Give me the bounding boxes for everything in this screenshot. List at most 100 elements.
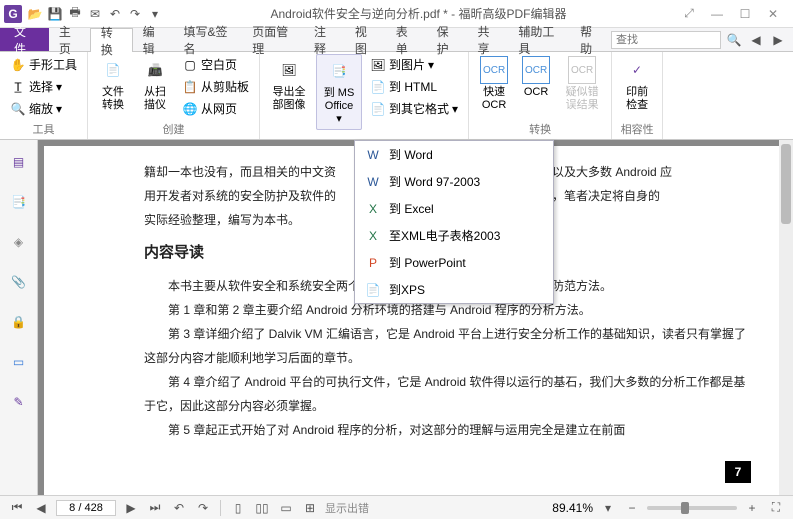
separator [220,500,221,516]
to-image-button[interactable]: 🖼到图片 ▾ [366,54,462,75]
last-page-icon[interactable]: ⏭ [146,499,164,517]
first-page-icon[interactable]: ⏮ [8,499,26,517]
quick-access-toolbar: 📂 💾 🖶 ✉ ↶ ↷ ▾ [26,5,164,23]
to-xps-item[interactable]: 📄到XPS [355,276,553,303]
preflight-button[interactable]: ✓印前检查 [618,54,656,114]
from-clipboard-button[interactable]: 📋从剪贴板 [178,76,253,97]
zoom-out-icon[interactable]: − [623,499,641,517]
to-word97-item[interactable]: W到 Word 97-2003 [355,168,553,195]
suspect-results-button[interactable]: OCR疑似错误结果 [559,54,605,114]
tab-help[interactable]: 帮助 [570,28,611,51]
clipboard-icon: 📋 [182,79,198,95]
to-excel-item[interactable]: X到 Excel [355,195,553,222]
pages-panel-icon[interactable]: ▤ [7,150,31,174]
group-label: 创建 [94,119,253,137]
next-result-icon[interactable]: ▶ [769,31,787,49]
file-tab[interactable]: 文件 [0,28,49,51]
continuous-icon[interactable]: ▯▯ [253,499,271,517]
tab-home[interactable]: 主页 [49,28,90,51]
from-web-button[interactable]: 🌐从网页 [178,98,253,119]
zoom-in-icon[interactable]: + [743,499,761,517]
tab-fill-sign[interactable]: 填写&签名 [174,28,243,51]
ms-office-icon: 📑 [325,57,353,85]
forward-view-icon[interactable]: ↷ [194,499,212,517]
from-scanner-button[interactable]: 📠从扫描仪 [136,54,174,114]
scrollbar-thumb[interactable] [781,144,791,224]
single-page-icon[interactable]: ▯ [229,499,247,517]
print-icon[interactable]: 🖶 [66,5,84,23]
word-icon: W [365,147,381,163]
maximize-icon[interactable]: ☐ [735,6,755,22]
search-input[interactable] [611,31,721,49]
file-icon: 📄 [99,56,127,84]
zoom-value: 89.41% [552,501,593,515]
to-other-button[interactable]: 📄到其它格式 ▾ [366,98,462,119]
chevron-down-icon[interactable]: ▾ [146,5,164,23]
email-icon[interactable]: ✉ [86,5,104,23]
facing-continuous-icon[interactable]: ⊞ [301,499,319,517]
group-label: 相容性 [618,119,656,137]
tab-edit[interactable]: 编辑 [133,28,174,51]
to-word-item[interactable]: W到 Word [355,141,553,168]
to-html-button[interactable]: 📄到 HTML [366,76,462,97]
undo-icon[interactable]: ↶ [106,5,124,23]
file-convert-button[interactable]: 📄文件转换 [94,54,132,114]
select-tool-button[interactable]: T̲选择 ▾ [6,76,81,97]
tab-protect[interactable]: 保护 [427,28,468,51]
ribbon-group-ocr: OCR快速OCR OCROCR OCR疑似错误结果 转换 [469,52,612,139]
text-line: 第 3 章详细介绍了 Dalvik VM 汇编语言，它是 Android 平台上… [144,322,753,370]
ribbon-group-create: 📄文件转换 📠从扫描仪 ▢空白页 📋从剪贴板 🌐从网页 创建 [88,52,260,139]
hand-tool-button[interactable]: ✋手形工具 [6,54,81,75]
quick-ocr-button[interactable]: OCR快速OCR [475,54,513,114]
prev-result-icon[interactable]: ◀ [747,31,765,49]
preflight-icon: ✓ [623,56,651,84]
open-icon[interactable]: 📂 [26,5,44,23]
text-line: 第 4 章介绍了 Android 平台的可执行文件，它是 Android 软件得… [144,370,753,418]
ms-office-dropdown: W到 Word W到 Word 97-2003 X到 Excel X至XML电子… [354,140,554,304]
zoom-tool-button[interactable]: 🔍缩放 ▾ [6,98,81,119]
attachments-panel-icon[interactable]: 📎 [7,270,31,294]
prev-page-icon[interactable]: ◀ [32,499,50,517]
zoom-slider[interactable] [647,506,737,510]
to-ms-office-button[interactable]: 📑到 MS Office ▾ [316,54,362,130]
page-input[interactable] [56,500,116,516]
next-page-icon[interactable]: ▶ [122,499,140,517]
close-icon[interactable]: ✕ [763,6,783,22]
web-icon: 🌐 [182,101,198,117]
html-icon: 📄 [370,79,386,95]
fields-panel-icon[interactable]: ▭ [7,350,31,374]
window-title: Android软件安全与逆向分析.pdf * - 福昕高级PDF编辑器 [164,5,673,22]
export-images-button[interactable]: 🖼导出全部图像 [266,54,312,114]
search-icon[interactable]: 🔍 [725,31,743,49]
layers-panel-icon[interactable]: ◈ [7,230,31,254]
tab-share[interactable]: 共享 [467,28,508,51]
redo-icon[interactable]: ↷ [126,5,144,23]
fullscreen-icon[interactable]: ⛶ [767,499,785,517]
signatures-panel-icon[interactable]: ✎ [7,390,31,414]
chevron-down-icon[interactable]: ▾ [599,499,617,517]
vertical-scrollbar[interactable] [779,140,793,495]
to-ppt-item[interactable]: P到 PowerPoint [355,249,553,276]
back-view-icon[interactable]: ↶ [170,499,188,517]
xps-icon: 📄 [365,282,381,298]
tab-accessibility[interactable]: 辅助工具 [508,28,570,51]
zoom-thumb[interactable] [681,502,689,514]
save-icon[interactable]: 💾 [46,5,64,23]
ocr-button[interactable]: OCROCR [517,54,555,101]
ocr-icon: OCR [480,56,508,84]
app-logo: G [4,5,22,23]
bookmarks-panel-icon[interactable]: 📑 [7,190,31,214]
minimize-icon[interactable]: — [707,6,727,22]
to-xml-item[interactable]: X至XML电子表格2003 [355,222,553,249]
tab-page-manage[interactable]: 页面管理 [242,28,304,51]
suspect-icon: OCR [568,56,596,84]
ribbon-toggle-icon[interactable]: ⤢ [679,6,699,22]
tab-form[interactable]: 表单 [386,28,427,51]
tab-view[interactable]: 视图 [345,28,386,51]
tab-convert[interactable]: 转换 [90,28,133,52]
error-text: 显示出错 [325,500,369,516]
tab-comment[interactable]: 注释 [304,28,345,51]
blank-page-button[interactable]: ▢空白页 [178,54,253,75]
facing-icon[interactable]: ▭ [277,499,295,517]
security-panel-icon[interactable]: 🔒 [7,310,31,334]
